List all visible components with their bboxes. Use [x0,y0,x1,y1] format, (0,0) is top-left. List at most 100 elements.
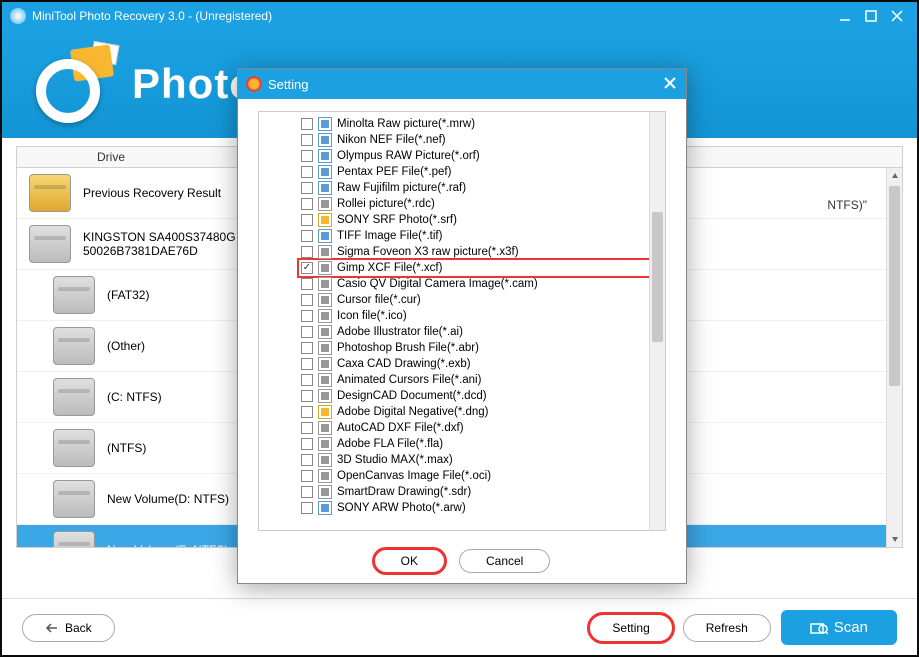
filetype-icon [318,245,332,259]
back-arrow-icon [45,622,59,634]
filetype-icon [318,149,332,163]
filetype-tree: Minolta Raw picture(*.mrw) Nikon NEF File… [258,111,666,531]
refresh-button[interactable]: Refresh [683,614,771,642]
filetype-checkbox[interactable] [301,326,313,338]
drive-label: Previous Recovery Result [83,186,221,200]
filetype-item[interactable]: Sigma Foveon X3 raw picture(*.x3f) [301,244,665,260]
filetype-icon [318,485,332,499]
filetype-checkbox[interactable] [301,166,313,178]
filetype-checkbox[interactable] [301,134,313,146]
drive-scrollbar[interactable] [886,168,902,547]
filetype-item[interactable]: Rollei picture(*.rdc) [301,196,665,212]
tree-scrollbar[interactable] [649,112,665,530]
drive-label: (FAT32) [107,288,149,302]
dialog-icon [246,76,262,92]
filetype-icon [318,437,332,451]
filetype-item[interactable]: Cursor file(*.cur) [301,292,665,308]
filetype-icon [318,501,332,515]
drive-label: New Volume(E: NTFS) [107,543,228,548]
filetype-item[interactable]: Minolta Raw picture(*.mrw) [301,116,665,132]
minimize-button[interactable] [833,4,857,28]
drive-label: (C: NTFS) [107,390,162,404]
filetype-item[interactable]: Adobe FLA File(*.fla) [301,436,665,452]
filetype-label: Cursor file(*.cur) [337,294,421,306]
filetype-checkbox[interactable] [301,246,313,258]
filetype-checkbox[interactable] [301,230,313,242]
tree-scroll-thumb[interactable] [652,212,663,342]
cancel-button[interactable]: Cancel [459,549,550,573]
filetype-item[interactable]: SONY ARW Photo(*.arw) [301,500,665,516]
drive-label: New Volume(D: NTFS) [107,492,229,506]
scan-button[interactable]: Scan [781,610,897,645]
filetype-item[interactable]: Animated Cursors File(*.ani) [301,372,665,388]
window-title: MiniTool Photo Recovery 3.0 - (Unregiste… [32,9,831,23]
filetype-checkbox[interactable] [301,198,313,210]
scroll-down-icon[interactable] [887,531,902,547]
filetype-item[interactable]: Adobe Digital Negative(*.dng) [301,404,665,420]
filetype-item[interactable]: Pentax PEF File(*.pef) [301,164,665,180]
filetype-icon [318,293,332,307]
filetype-item[interactable]: 3D Studio MAX(*.max) [301,452,665,468]
filetype-checkbox[interactable] [301,310,313,322]
disk-icon [53,327,95,365]
filetype-item[interactable]: OpenCanvas Image File(*.oci) [301,468,665,484]
filetype-checkbox[interactable] [301,374,313,386]
setting-button[interactable]: Setting [589,614,672,642]
filetype-item[interactable]: DesignCAD Document(*.dcd) [301,388,665,404]
filetype-label: Olympus RAW Picture(*.orf) [337,150,480,162]
filetype-item[interactable]: Raw Fujifilm picture(*.raf) [301,180,665,196]
filetype-label: TIFF Image File(*.tif) [337,230,442,242]
filetype-checkbox[interactable] [301,214,313,226]
filetype-checkbox[interactable] [301,278,313,290]
filetype-label: OpenCanvas Image File(*.oci) [337,470,491,482]
maximize-button[interactable] [859,4,883,28]
filetype-icon [318,453,332,467]
filetype-item[interactable]: Casio QV Digital Camera Image(*.cam) [301,276,665,292]
filetype-checkbox[interactable] [301,294,313,306]
filetype-checkbox[interactable] [301,486,313,498]
filetype-label: Sigma Foveon X3 raw picture(*.x3f) [337,246,519,258]
dialog-close-button[interactable] [662,75,678,94]
filetype-label: Gimp XCF File(*.xcf) [337,262,442,274]
filetype-label: Rollei picture(*.rdc) [337,198,435,210]
filetype-checkbox[interactable] [301,390,313,402]
filetype-item[interactable]: Adobe Illustrator file(*.ai) [301,324,665,340]
filetype-checkbox[interactable] [301,150,313,162]
filetype-checkbox[interactable] [301,262,313,274]
filetype-checkbox[interactable] [301,438,313,450]
filetype-label: Nikon NEF File(*.nef) [337,134,446,146]
filetype-item[interactable]: SONY SRF Photo(*.srf) [301,212,665,228]
filetype-item[interactable]: Olympus RAW Picture(*.orf) [301,148,665,164]
scroll-thumb[interactable] [889,186,900,386]
filetype-item[interactable]: Gimp XCF File(*.xcf) [299,260,665,276]
filetype-label: AutoCAD DXF File(*.dxf) [337,422,464,434]
filetype-icon [318,357,332,371]
dialog-footer: OK Cancel [238,539,686,583]
filetype-item[interactable]: Photoshop Brush File(*.abr) [301,340,665,356]
filetype-item[interactable]: TIFF Image File(*.tif) [301,228,665,244]
filetype-checkbox[interactable] [301,342,313,354]
close-button[interactable] [885,4,909,28]
filetype-item[interactable]: AutoCAD DXF File(*.dxf) [301,420,665,436]
col-drive[interactable]: Drive [17,150,205,164]
filetype-checkbox[interactable] [301,406,313,418]
filetype-icon [318,133,332,147]
filetype-checkbox[interactable] [301,358,313,370]
filetype-checkbox[interactable] [301,422,313,434]
back-button[interactable]: Back [22,614,115,642]
filetype-item[interactable]: Nikon NEF File(*.nef) [301,132,665,148]
scroll-up-icon[interactable] [887,168,902,184]
ok-button[interactable]: OK [374,549,445,573]
filetype-checkbox[interactable] [301,470,313,482]
filetype-checkbox[interactable] [301,502,313,514]
filetype-checkbox[interactable] [301,182,313,194]
filetype-checkbox[interactable] [301,454,313,466]
filetype-checkbox[interactable] [301,118,313,130]
filetype-item[interactable]: Icon file(*.ico) [301,308,665,324]
filetype-item[interactable]: SmartDraw Drawing(*.sdr) [301,484,665,500]
filetype-label: Adobe Illustrator file(*.ai) [337,326,463,338]
filetype-item[interactable]: Caxa CAD Drawing(*.exb) [301,356,665,372]
filetype-label: SONY SRF Photo(*.srf) [337,214,457,226]
filetype-icon [318,405,332,419]
dialog-titlebar: Setting [238,69,686,99]
